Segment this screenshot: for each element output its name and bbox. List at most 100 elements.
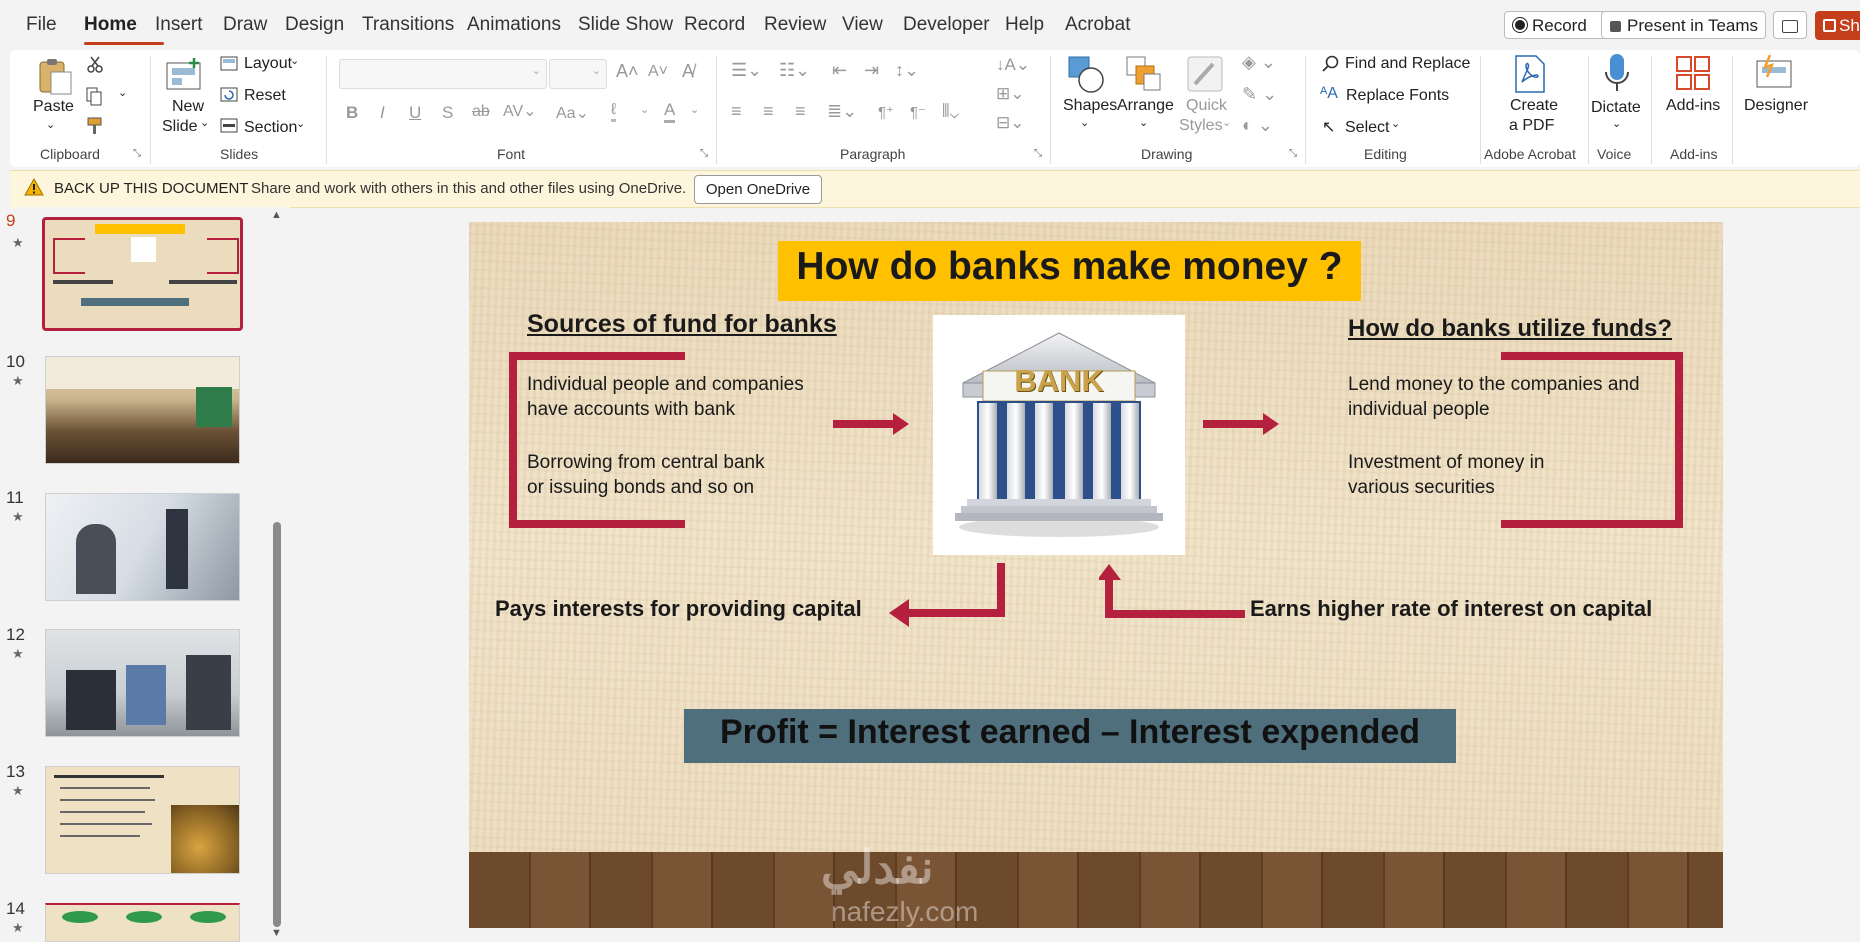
create-pdf-label-1[interactable]: Create bbox=[1510, 97, 1558, 115]
cut-icon[interactable] bbox=[86, 55, 104, 73]
align-right-icon[interactable]: ≡ bbox=[795, 101, 806, 122]
line-spacing-icon[interactable]: ↕⌄ bbox=[895, 60, 919, 81]
columns-icon[interactable]: ⫴⌄ bbox=[942, 101, 959, 122]
create-pdf-icon[interactable] bbox=[1512, 54, 1548, 94]
underline-icon[interactable]: U bbox=[409, 103, 421, 123]
shape-outline-icon[interactable]: ✎ ⌄ bbox=[1242, 84, 1277, 105]
new-slide-label-2[interactable]: Slide bbox=[162, 118, 198, 136]
clear-formatting-icon[interactable]: A̸ bbox=[682, 61, 694, 82]
slide-thumbnail-9[interactable] bbox=[42, 217, 243, 331]
select-button[interactable]: Select bbox=[1345, 119, 1389, 137]
arrange-button[interactable]: Arrange bbox=[1117, 97, 1174, 115]
increase-font-icon[interactable]: A˄ bbox=[616, 61, 639, 82]
clipboard-launcher-icon[interactable]: ⤡ bbox=[133, 148, 141, 159]
arrange-icon[interactable] bbox=[1124, 54, 1164, 94]
new-slide-label-1[interactable]: New bbox=[172, 98, 204, 116]
select-dropdown-icon[interactable]: ⌄ bbox=[1391, 117, 1400, 130]
quick-styles-icon[interactable] bbox=[1185, 54, 1225, 94]
menu-home[interactable]: Home bbox=[84, 14, 137, 36]
menu-developer[interactable]: Developer bbox=[903, 14, 990, 36]
rtl-icon[interactable]: ¶⁻ bbox=[910, 103, 926, 121]
menu-animations[interactable]: Animations bbox=[467, 14, 561, 36]
drawing-launcher-icon[interactable]: ⤡ bbox=[1289, 148, 1297, 159]
shapes-icon[interactable] bbox=[1066, 54, 1108, 94]
paste-label[interactable]: Paste bbox=[33, 98, 74, 116]
font-launcher-icon[interactable]: ⤡ bbox=[700, 148, 708, 159]
new-slide-dropdown-icon[interactable]: ⌄ bbox=[200, 116, 209, 129]
increase-indent-icon[interactable]: ⇥ bbox=[864, 60, 879, 81]
add-ins-button[interactable]: Add-ins bbox=[1666, 97, 1720, 115]
comments-button[interactable] bbox=[1773, 11, 1807, 39]
slide-thumbnail-12[interactable] bbox=[45, 629, 240, 737]
bullets-icon[interactable]: ☰⌄ bbox=[731, 60, 762, 81]
slide-thumbnail-14[interactable] bbox=[45, 903, 240, 942]
slide-canvas[interactable]: How do banks make money ? Sources of fun… bbox=[469, 222, 1723, 928]
font-color-icon[interactable]: A bbox=[664, 100, 676, 123]
font-family-dropdown[interactable]: ⌄ bbox=[339, 59, 547, 89]
smartart-icon[interactable]: ⊟⌄ bbox=[996, 113, 1025, 133]
menu-review[interactable]: Review bbox=[764, 14, 826, 36]
section-button[interactable]: Section bbox=[244, 119, 297, 137]
change-case-icon[interactable]: Aa⌄ bbox=[556, 103, 589, 123]
shape-effects-icon[interactable]: ◐ ⌄ bbox=[1242, 115, 1273, 136]
paste-button[interactable] bbox=[34, 56, 74, 101]
menu-view[interactable]: View bbox=[842, 14, 883, 36]
paste-dropdown-icon[interactable]: ⌄ bbox=[46, 118, 55, 131]
new-slide-icon[interactable] bbox=[164, 55, 204, 95]
quick-styles-dropdown-icon[interactable]: ⌄ bbox=[1222, 116, 1231, 129]
copy-icon[interactable] bbox=[84, 86, 104, 106]
ltr-icon[interactable]: ¶⁺ bbox=[878, 103, 894, 121]
bold-icon[interactable]: B bbox=[346, 103, 358, 123]
section-dropdown-icon[interactable]: ⌄ bbox=[296, 117, 305, 130]
text-direction-icon[interactable]: ↓A⌄ bbox=[996, 55, 1030, 75]
designer-icon[interactable] bbox=[1754, 53, 1794, 91]
highlight-color-icon[interactable]: ℓ bbox=[611, 101, 617, 122]
menu-transitions[interactable]: Transitions bbox=[362, 14, 454, 36]
menu-acrobat[interactable]: Acrobat bbox=[1065, 14, 1130, 36]
paragraph-launcher-icon[interactable]: ⤡ bbox=[1034, 148, 1042, 159]
highlight-dropdown-icon[interactable]: ⌄ bbox=[640, 103, 649, 116]
microphone-icon[interactable] bbox=[1602, 52, 1632, 96]
decrease-indent-icon[interactable]: ⇤ bbox=[832, 60, 847, 81]
thumbnail-scrollbar[interactable] bbox=[273, 522, 281, 927]
slide-thumbnail-13[interactable] bbox=[45, 766, 240, 874]
shapes-dropdown-icon[interactable]: ⌄ bbox=[1080, 116, 1089, 129]
designer-button[interactable]: Designer bbox=[1744, 97, 1808, 115]
add-ins-icon[interactable] bbox=[1674, 54, 1712, 92]
strikethrough-icon[interactable]: ab bbox=[472, 103, 490, 121]
menu-help[interactable]: Help bbox=[1005, 14, 1044, 36]
shapes-button[interactable]: Shapes bbox=[1063, 97, 1117, 115]
present-in-teams-button[interactable]: Present in Teams bbox=[1601, 11, 1766, 39]
menu-file[interactable]: File bbox=[26, 14, 57, 36]
share-button[interactable]: Sh bbox=[1815, 11, 1860, 40]
font-size-dropdown[interactable]: ⌄ bbox=[549, 59, 607, 89]
justify-icon[interactable]: ≣⌄ bbox=[827, 101, 857, 122]
quick-styles-label-2[interactable]: Styles bbox=[1179, 117, 1223, 135]
decrease-font-icon[interactable]: A˅ bbox=[648, 63, 668, 81]
menu-record[interactable]: Record bbox=[684, 14, 745, 36]
create-pdf-label-2[interactable]: a PDF bbox=[1509, 117, 1554, 135]
font-color-dropdown-icon[interactable]: ⌄ bbox=[690, 103, 699, 116]
open-onedrive-button[interactable]: Open OneDrive bbox=[694, 175, 822, 204]
scroll-up-icon[interactable]: ▲ bbox=[271, 209, 282, 221]
find-and-replace-button[interactable]: Find and Replace bbox=[1345, 55, 1470, 73]
shape-fill-icon[interactable]: ◈ ⌄ bbox=[1242, 52, 1276, 73]
numbering-icon[interactable]: ☷⌄ bbox=[779, 60, 810, 81]
layout-dropdown-icon[interactable]: ⌄ bbox=[290, 54, 299, 67]
menu-insert[interactable]: Insert bbox=[155, 14, 203, 36]
align-center-icon[interactable]: ≡ bbox=[763, 101, 774, 122]
italic-icon[interactable]: I bbox=[380, 103, 385, 123]
align-text-icon[interactable]: ⊞⌄ bbox=[996, 84, 1025, 104]
reset-button[interactable]: Reset bbox=[244, 87, 286, 105]
dictate-button[interactable]: Dictate bbox=[1591, 99, 1641, 117]
menu-slide-show[interactable]: Slide Show bbox=[578, 14, 673, 36]
align-left-icon[interactable]: ≡ bbox=[731, 101, 742, 122]
record-button[interactable]: Record bbox=[1504, 11, 1606, 39]
replace-fonts-button[interactable]: Replace Fonts bbox=[1346, 87, 1449, 105]
quick-styles-label-1[interactable]: Quick bbox=[1186, 97, 1227, 115]
layout-button[interactable]: Layout bbox=[244, 55, 292, 73]
slide-thumbnail-11[interactable] bbox=[45, 493, 240, 601]
character-spacing-icon[interactable]: AV⌄ bbox=[503, 101, 537, 121]
copy-dropdown-icon[interactable]: ⌄ bbox=[118, 86, 127, 99]
dictate-dropdown-icon[interactable]: ⌄ bbox=[1612, 117, 1621, 130]
